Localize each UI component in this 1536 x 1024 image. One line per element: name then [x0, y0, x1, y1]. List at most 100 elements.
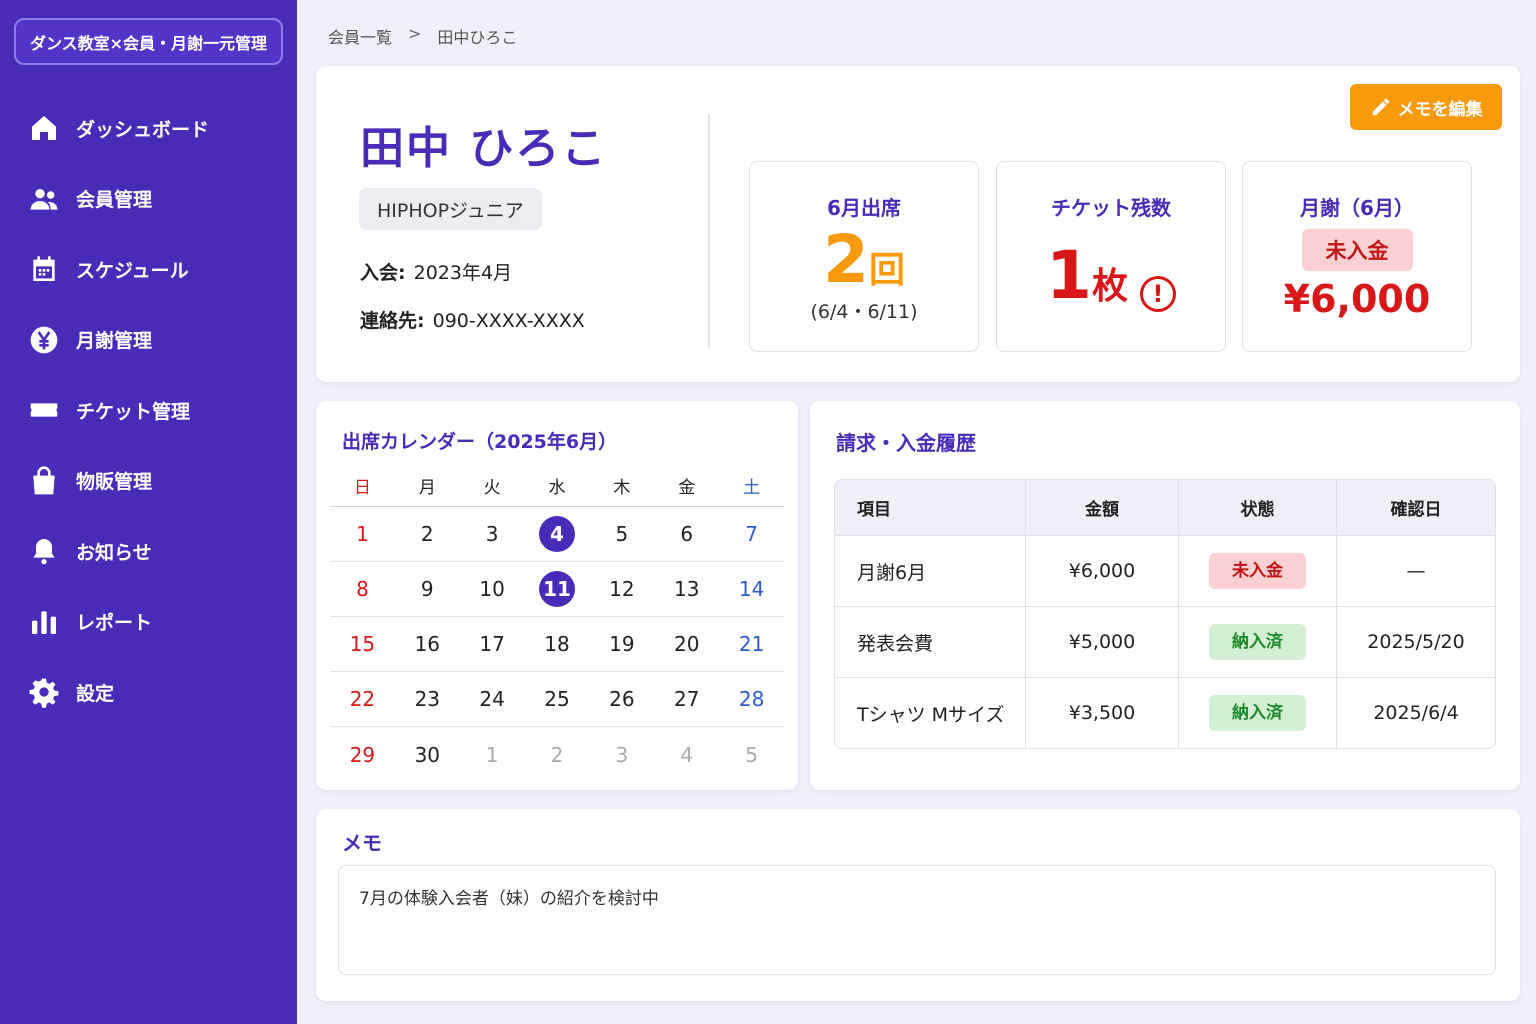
calendar-day[interactable]: 20: [654, 632, 719, 656]
calendar-day[interactable]: 29: [330, 743, 395, 767]
ticket-unit: 枚: [1091, 266, 1128, 307]
joined-label: 入会:: [360, 262, 406, 284]
table-row[interactable]: 月謝6月 ¥6,000 未入金 —: [835, 535, 1495, 606]
calendar-day[interactable]: 2: [395, 522, 460, 546]
contact-label: 連絡先:: [360, 310, 425, 332]
sidebar-item-label: 設定: [76, 682, 115, 705]
calendar-day[interactable]: 24: [460, 687, 525, 711]
calendar-day[interactable]: 1: [330, 522, 395, 546]
row-amount: ¥5,000: [1026, 606, 1179, 677]
calendar-day[interactable]: 9: [395, 577, 460, 601]
calendar-day[interactable]: 19: [589, 632, 654, 656]
member-name: 田中 ひろこ: [360, 123, 608, 174]
attendance-unit: 回: [868, 250, 905, 291]
calendar-day[interactable]: 25: [525, 687, 590, 711]
calendar-day[interactable]: 18: [525, 632, 590, 656]
sidebar-item-members[interactable]: 会員管理: [0, 164, 297, 235]
calendar-weekday: 土: [743, 478, 761, 498]
calendar-day[interactable]: 3: [589, 743, 654, 767]
joined-value: 2023年4月: [413, 262, 513, 284]
calendar-day[interactable]: 2: [525, 743, 590, 767]
row-status-cell: 未入金: [1179, 535, 1337, 606]
calendar-day[interactable]: 26: [589, 687, 654, 711]
calendar-week-row: 22 23 24 25 26 27 28: [330, 672, 784, 727]
status-badge: 納入済: [1209, 695, 1306, 731]
calendar-day[interactable]: 3: [460, 522, 525, 546]
calendar-day[interactable]: 13: [654, 577, 719, 601]
calendar-day[interactable]: 10: [460, 577, 525, 601]
attendance-calendar: 出席カレンダー（2025年6月） 日月火水木金土 1 2 3 4 5 6 7 8 9 10 11 12 1…: [316, 401, 798, 790]
row-status-cell: 納入済: [1179, 606, 1337, 677]
column-header-status: 状態: [1179, 480, 1337, 535]
calendar-week-row: 29 30 1 2 3 4 5: [330, 727, 784, 782]
sidebar-item-label: レポート: [76, 612, 153, 635]
calendar-day[interactable]: 5: [719, 743, 784, 767]
sidebar-item-notices[interactable]: お知らせ: [0, 516, 297, 587]
attendance-dates: (6/4・6/11): [810, 301, 918, 323]
calendar-day[interactable]: 4: [654, 743, 719, 767]
edit-memo-button[interactable]: メモを編集: [1350, 84, 1502, 130]
calendar-day[interactable]: 1: [460, 743, 525, 767]
attendance-stat-card: 6月出席 2回 (6/4・6/11): [749, 161, 979, 352]
sidebar-item-label: 月謝管理: [76, 330, 153, 353]
calendar-grid: 日月火水木金土 1 2 3 4 5 6 7 8 9 10 11 12 13 14 15 16 17 18 19 20 21…: [330, 465, 784, 782]
sidebar-item-label: 会員管理: [76, 189, 153, 212]
calendar-title: 出席カレンダー（2025年6月）: [342, 431, 618, 453]
calendar-day[interactable]: 16: [395, 632, 460, 656]
sidebar-item-fees[interactable]: 月謝管理: [0, 305, 297, 376]
row-item: 発表会費: [835, 606, 1026, 677]
calendar-day[interactable]: 12: [589, 577, 654, 601]
row-date: 2025/6/4: [1337, 677, 1495, 748]
calendar-day[interactable]: 17: [460, 632, 525, 656]
calendar-day[interactable]: 28: [719, 687, 784, 711]
calendar-day[interactable]: 23: [395, 687, 460, 711]
brand-badge[interactable]: ダンス教室×会員・月謝一元管理: [14, 18, 283, 65]
edit-memo-label: メモを編集: [1397, 99, 1483, 120]
row-item: Tシャツ Mサイズ: [835, 677, 1026, 748]
calendar-day[interactable]: 14: [719, 577, 784, 601]
memo-textarea[interactable]: 7月の体験入会者（妹）の紹介を検討中: [338, 865, 1496, 975]
calendar-day[interactable]: 30: [395, 743, 460, 767]
sidebar-item-label: ダッシュボード: [76, 118, 210, 141]
sidebar-item-tickets[interactable]: チケット管理: [0, 375, 297, 446]
calendar-weekday: 木: [613, 478, 631, 498]
calendar-day[interactable]: 5: [589, 522, 654, 546]
row-date: 2025/5/20: [1337, 606, 1495, 677]
calendar-weekday: 火: [483, 478, 501, 498]
attendance-count: 2: [823, 221, 869, 298]
ticket-count: 1: [1046, 237, 1092, 314]
calendar-day-attended[interactable]: 4: [525, 516, 590, 552]
attendance-value-row: 2回: [750, 227, 978, 293]
gear-icon: [29, 678, 59, 708]
memo-card: メモ 7月の体験入会者（妹）の紹介を検討中: [316, 809, 1520, 1001]
ticket-value-row: 1枚!: [997, 243, 1225, 312]
sidebar-item-settings[interactable]: 設定: [0, 657, 297, 728]
column-header-amount: 金額: [1026, 480, 1179, 535]
pencil-icon: [1372, 98, 1389, 116]
table-row[interactable]: Tシャツ Mサイズ ¥3,500 納入済 2025/6/4: [835, 677, 1495, 748]
sidebar-item-schedule[interactable]: スケジュール: [0, 234, 297, 305]
contact-row: 連絡先: 090-XXXX-XXXX: [360, 306, 585, 333]
billing-table: 項目 金額 状態 確認日 月謝6月 ¥6,000 未入金 — 発表会費 ¥5,0…: [834, 479, 1496, 749]
calendar-day-attended[interactable]: 11: [525, 571, 590, 607]
member-profile-card: 田中 ひろこ HIPHOPジュニア 入会: 2023年4月 連絡先: 090-XXX…: [316, 66, 1520, 382]
row-date: —: [1337, 535, 1495, 606]
calendar-day[interactable]: 6: [654, 522, 719, 546]
table-header-row: 項目 金額 状態 確認日: [835, 480, 1495, 535]
calendar-day[interactable]: 8: [330, 577, 395, 601]
calendar-day[interactable]: 21: [719, 632, 784, 656]
sidebar-item-dashboard[interactable]: ダッシュボード: [0, 93, 297, 164]
calendar-day[interactable]: 22: [330, 687, 395, 711]
calendar-day[interactable]: 27: [654, 687, 719, 711]
breadcrumb: 会員一覧 > 田中ひろこ: [328, 24, 517, 48]
calendar-day[interactable]: 15: [330, 632, 395, 656]
row-item: 月謝6月: [835, 535, 1026, 606]
table-row[interactable]: 発表会費 ¥5,000 納入済 2025/5/20: [835, 606, 1495, 677]
breadcrumb-parent-link[interactable]: 会員一覧: [328, 24, 392, 48]
memo-title: メモ: [342, 831, 382, 855]
sidebar-item-sales[interactable]: 物販管理: [0, 446, 297, 517]
sidebar-item-reports[interactable]: レポート: [0, 587, 297, 658]
calendar-day[interactable]: 7: [719, 522, 784, 546]
sidebar-item-label: スケジュール: [76, 259, 189, 282]
fee-amount: ¥6,000: [1283, 277, 1431, 321]
